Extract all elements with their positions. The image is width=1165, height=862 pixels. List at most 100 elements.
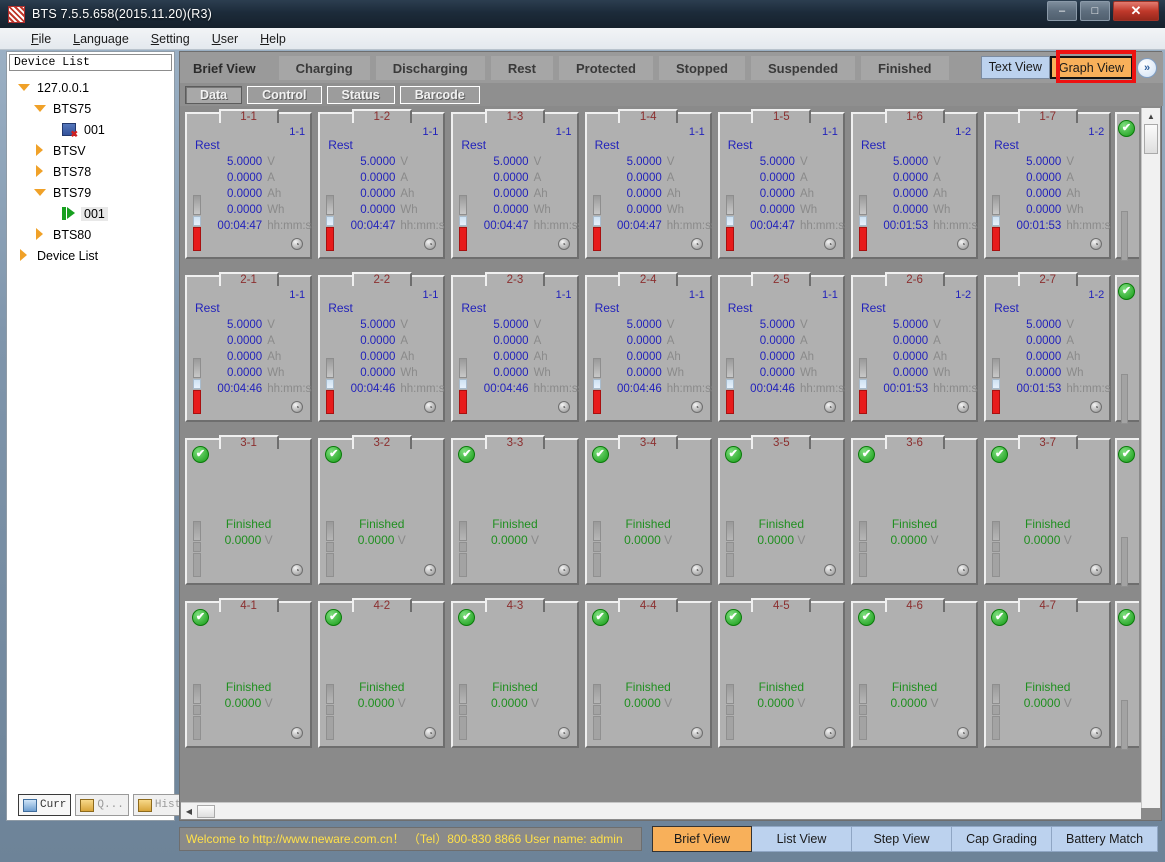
text-view-button[interactable]: Text View — [980, 56, 1050, 79]
channel-network-icon[interactable]: ◔ — [1090, 564, 1103, 576]
channel-cell-tab[interactable]: 3-6 — [884, 435, 945, 449]
tree-node-127-0-0-1[interactable]: 127.0.0.1 — [7, 77, 174, 98]
channel-cell-tab[interactable]: 1-5 — [751, 109, 812, 123]
channel-network-icon[interactable]: ◔ — [690, 238, 703, 250]
channel-cell-body[interactable]: 3-6 ✔ Finished 0.0000 V ◔ — [850, 435, 979, 585]
menu-item-file[interactable]: File — [20, 30, 62, 48]
channel-cell-2-1[interactable]: 2-1 1-1 Rest 5.0000 V 0.0000 A 0.0000 Ah 0.0000 Wh… — [182, 271, 317, 434]
horizontal-scroll-thumb[interactable] — [197, 804, 215, 818]
menu-item-setting[interactable]: Setting — [140, 30, 201, 48]
channel-cell-tab[interactable]: 2-7 — [1017, 272, 1078, 286]
channel-cell-tab[interactable]: 2-5 — [751, 272, 812, 286]
status-tab-protected[interactable]: Protected — [559, 55, 653, 80]
channel-cell-tab[interactable]: 3-1 — [218, 435, 279, 449]
channel-network-icon[interactable]: ◔ — [424, 401, 437, 413]
status-tab-discharging[interactable]: Discharging — [375, 55, 485, 80]
channel-cell-body[interactable]: 3-3 ✔ Finished 0.0000 V ◔ — [451, 435, 579, 585]
bottom-tab-brief-view[interactable]: Brief View — [652, 826, 752, 852]
tree-node-bts75[interactable]: BTS75 — [7, 98, 174, 119]
channel-cell-3-4[interactable]: 3-4 ✔ Finished 0.0000 V ◔ — [582, 434, 715, 597]
tree-node-bts78[interactable]: BTS78 — [7, 161, 174, 182]
channel-cell-tab[interactable]: 4-6 — [884, 598, 945, 612]
channel-cell-body[interactable]: 4-6 ✔ Finished 0.0000 V ◔ — [850, 598, 979, 748]
tree-node-btsv[interactable]: BTSV — [7, 140, 174, 161]
grid-vertical-scrollbar[interactable]: ▲ — [1141, 108, 1160, 808]
channel-network-icon[interactable]: ◔ — [291, 727, 304, 739]
channel-cell-body[interactable]: 2-4 1-1 Rest 5.0000 V 0.0000 A 0.0000 Ah 0.0000 Wh… — [584, 272, 717, 422]
expand-chevron-icon[interactable]: » — [1137, 57, 1157, 78]
menu-item-user[interactable]: User — [201, 30, 249, 48]
scroll-left-arrow-icon[interactable]: ◀ — [181, 807, 197, 816]
tree-node-bts80[interactable]: BTS80 — [7, 224, 174, 245]
graph-view-button[interactable]: Graph View — [1049, 56, 1133, 79]
menu-item-language[interactable]: Language — [62, 30, 140, 48]
channel-cell-4-4[interactable]: 4-4 ✔ Finished 0.0000 V ◔ — [582, 597, 715, 760]
channel-cell-tab[interactable]: 4-2 — [351, 598, 412, 612]
channel-network-icon[interactable]: ◔ — [291, 564, 304, 576]
status-tab-brief-view[interactable]: Brief View — [184, 56, 273, 80]
channel-network-icon[interactable]: ◔ — [957, 401, 970, 413]
channel-cell-tab[interactable]: 2-3 — [484, 272, 545, 286]
sub-tab-barcode[interactable]: Barcode — [399, 85, 480, 104]
channel-cell-4-1[interactable]: 4-1 ✔ Finished 0.0000 V ◔ — [182, 597, 315, 760]
scroll-up-arrow-icon[interactable]: ▲ — [1142, 108, 1160, 124]
channel-cell-partial[interactable]: ✔ — [1115, 434, 1139, 597]
channel-cell-body[interactable]: 1-4 1-1 Rest 5.0000 V 0.0000 A 0.0000 Ah 0.0000 Wh… — [584, 109, 717, 259]
channel-network-icon[interactable]: ◔ — [424, 564, 437, 576]
channel-cell-3-1[interactable]: 3-1 ✔ Finished 0.0000 V ◔ — [182, 434, 315, 597]
channel-cell-tab[interactable]: 3-3 — [484, 435, 545, 449]
channel-network-icon[interactable]: ◔ — [557, 564, 570, 576]
channel-cell-tab[interactable]: 2-1 — [218, 272, 279, 286]
channel-network-icon[interactable]: ◔ — [690, 564, 703, 576]
device-tree[interactable]: 127.0.0.1 BTS75 001 BTSV BTS78 BTS79 001 BTS80 D… — [7, 71, 174, 266]
channel-cell-tab[interactable]: 1-2 — [351, 109, 412, 123]
channel-cell-body[interactable]: 4-4 ✔ Finished 0.0000 V ◔ — [584, 598, 712, 748]
channel-cell-tab[interactable]: 4-1 — [218, 598, 279, 612]
channel-cell-body[interactable]: 4-1 ✔ Finished 0.0000 V ◔ — [185, 598, 313, 748]
channel-network-icon[interactable]: ◔ — [291, 238, 304, 250]
channel-network-icon[interactable]: ◔ — [557, 401, 570, 413]
channel-cell-1-5[interactable]: 1-5 1-1 Rest 5.0000 V 0.0000 A 0.0000 Ah 0.0000 Wh… — [715, 108, 850, 271]
channel-cell-2-5[interactable]: 2-5 1-1 Rest 5.0000 V 0.0000 A 0.0000 Ah 0.0000 Wh… — [715, 271, 850, 434]
status-tab-stopped[interactable]: Stopped — [658, 55, 745, 80]
channel-cell-body[interactable]: 1-7 1-2 Rest 5.0000 V 0.0000 A 0.0000 Ah 0.0000 Wh… — [984, 109, 1116, 259]
channel-cell-body[interactable]: 1-5 1-1 Rest 5.0000 V 0.0000 A 0.0000 Ah 0.0000 Wh… — [717, 109, 850, 259]
close-button[interactable]: ✕ — [1113, 1, 1159, 21]
channel-cell-body[interactable]: 1-3 1-1 Rest 5.0000 V 0.0000 A 0.0000 Ah 0.0000 Wh… — [451, 109, 583, 259]
channel-cell-3-6[interactable]: 3-6 ✔ Finished 0.0000 V ◔ — [848, 434, 981, 597]
channel-cell-body[interactable]: 2-6 1-2 Rest 5.0000 V 0.0000 A 0.0000 Ah 0.0000 Wh… — [850, 272, 983, 422]
channel-cell-1-3[interactable]: 1-3 1-1 Rest 5.0000 V 0.0000 A 0.0000 Ah 0.0000 Wh… — [448, 108, 583, 271]
bottom-tab-list-view[interactable]: List View — [752, 826, 852, 852]
channel-cell-tab[interactable]: 3-4 — [618, 435, 679, 449]
channel-network-icon[interactable]: ◔ — [557, 727, 570, 739]
channel-network-icon[interactable]: ◔ — [823, 238, 836, 250]
channel-cell-tab[interactable]: 4-3 — [484, 598, 545, 612]
channel-network-icon[interactable]: ◔ — [957, 564, 970, 576]
sub-tab-status[interactable]: Status — [326, 85, 395, 104]
channel-cell-tab[interactable]: 4-5 — [751, 598, 812, 612]
tree-node-bts79[interactable]: BTS79 — [7, 182, 174, 203]
channel-cell-3-7[interactable]: 3-7 ✔ Finished 0.0000 V ◔ — [981, 434, 1114, 597]
channel-network-icon[interactable]: ◔ — [690, 727, 703, 739]
channel-cell-1-1[interactable]: 1-1 1-1 Rest 5.0000 V 0.0000 A 0.0000 Ah 0.0000 Wh… — [182, 108, 317, 271]
channel-network-icon[interactable]: ◔ — [823, 401, 836, 413]
channel-network-icon[interactable]: ◔ — [957, 727, 970, 739]
status-tab-suspended[interactable]: Suspended — [750, 55, 856, 80]
channel-cell-tab[interactable]: 4-4 — [618, 598, 679, 612]
grid-horizontal-scrollbar[interactable]: ◀ — [181, 802, 1141, 819]
channel-cell-2-4[interactable]: 2-4 1-1 Rest 5.0000 V 0.0000 A 0.0000 Ah 0.0000 Wh… — [582, 271, 717, 434]
twisty-collapsed-icon[interactable] — [33, 228, 46, 241]
maximize-button[interactable]: □ — [1080, 1, 1110, 21]
channel-cell-body[interactable]: 2-7 1-2 Rest 5.0000 V 0.0000 A 0.0000 Ah 0.0000 Wh… — [984, 272, 1116, 422]
channel-network-icon[interactable]: ◔ — [823, 564, 836, 576]
twisty-collapsed-icon[interactable] — [17, 249, 30, 262]
tree-node-device-list[interactable]: Device List — [7, 245, 174, 266]
bottom-tab-step-view[interactable]: Step View — [852, 826, 952, 852]
channel-cell-partial[interactable]: ✔ — [1115, 597, 1139, 760]
channel-cell-partial[interactable]: ✔ — [1115, 108, 1139, 271]
channel-cell-tab[interactable]: 1-7 — [1017, 109, 1078, 123]
channel-network-icon[interactable]: ◔ — [424, 727, 437, 739]
channel-network-icon[interactable]: ◔ — [690, 401, 703, 413]
channel-cell-tab[interactable]: 3-2 — [351, 435, 412, 449]
channel-cell-4-2[interactable]: 4-2 ✔ Finished 0.0000 V ◔ — [315, 597, 448, 760]
